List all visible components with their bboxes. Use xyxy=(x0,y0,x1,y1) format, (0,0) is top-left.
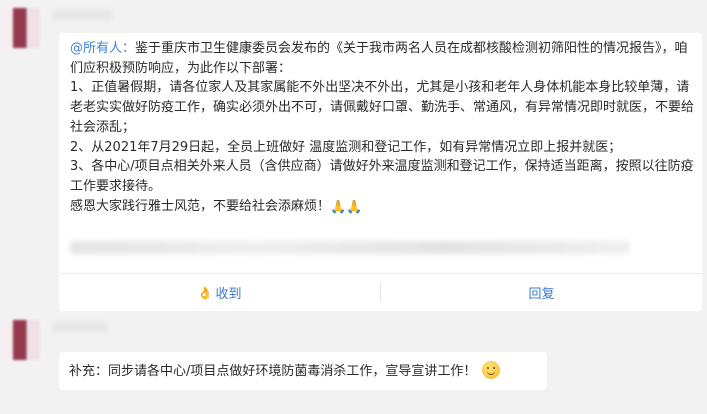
reply-label: 回复 xyxy=(528,287,555,302)
supplement-text: 补充：同步请各中心/项目点做好环境防菌毒消杀工作，宣导宣讲工作！ xyxy=(69,364,477,379)
sender-name-blurred xyxy=(52,10,112,20)
sender-name-blurred-2 xyxy=(52,322,108,332)
received-label: 收到 xyxy=(215,287,242,302)
message-intro: 鉴于重庆市卫生健康委员会发布的《关于我市两名人员在成都核酸检测初筛阳性的情况报告… xyxy=(70,41,688,76)
message-point-1: 1、正值暑假期，请各位家人及其家属能不外出坚决不外出，尤其是小孩和老年人身体机能… xyxy=(70,80,695,135)
message-closing: 感恩大家践行雅士风范，不要给社会添麻烦！ xyxy=(70,198,331,214)
message-point-3: 3、各中心/项目点相关外来人员（含供应商）请做好外来温度监测和登记工作，保持适当… xyxy=(70,159,694,194)
blurred-line xyxy=(70,241,630,254)
mention-all-link[interactable]: @所有人： xyxy=(70,41,135,56)
reply-button[interactable]: 回复 xyxy=(381,274,702,311)
message-bubble-2: 补充：同步请各中心/项目点做好环境防菌毒消杀工作，宣导宣讲工作！ xyxy=(59,352,547,390)
sender-avatar[interactable] xyxy=(0,8,40,48)
message-text-2: 补充：同步请各中心/项目点做好环境防菌毒消杀工作，宣导宣讲工作！ xyxy=(69,361,501,382)
hand-icon: 👌 xyxy=(197,285,213,300)
message-bubble: @所有人：鉴于重庆市卫生健康委员会发布的《关于我市两名人员在成都核酸检测初筛阳性… xyxy=(59,33,702,311)
message-text: @所有人：鉴于重庆市卫生健康委员会发布的《关于我市两名人员在成都核酸检测初筛阳性… xyxy=(70,39,694,216)
sender-avatar-2[interactable] xyxy=(0,320,40,360)
received-button[interactable]: 👌 收到 xyxy=(59,274,380,311)
message-point-2: 2、从2021年7月29日起，全员上班做好 温度监测和登记工作，如有异常情况立即… xyxy=(70,139,622,155)
smile-icon xyxy=(482,361,501,379)
pray-icon: 🙏🙏 xyxy=(330,199,363,215)
